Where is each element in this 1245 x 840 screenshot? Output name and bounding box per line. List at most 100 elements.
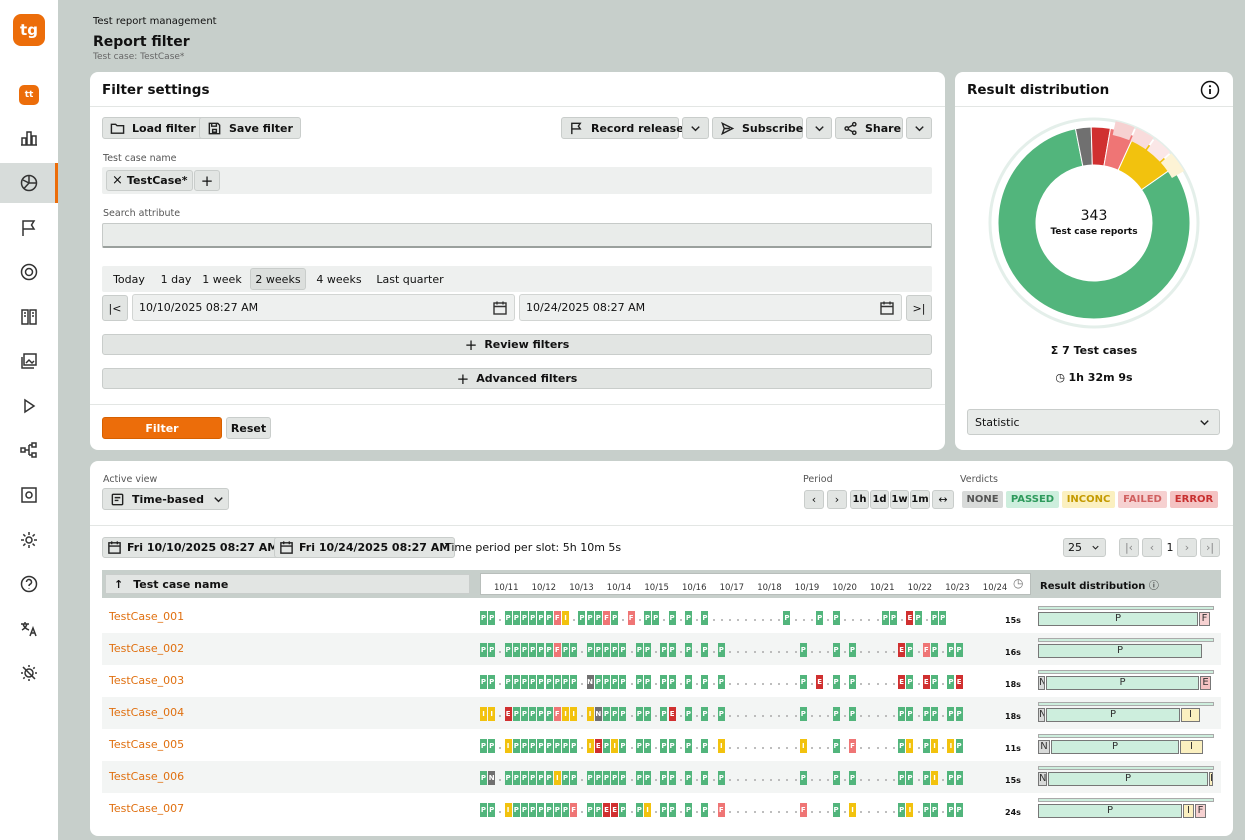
test-case-link[interactable]: TestCase_001	[109, 610, 184, 623]
period-scale-1h[interactable]: 1h	[850, 490, 869, 509]
nav-item-hierarchy[interactable]	[0, 430, 58, 470]
period-2-weeks[interactable]: 2 weeks	[250, 268, 306, 290]
result-cell[interactable]: P	[955, 707, 963, 721]
result-cell[interactable]: P	[594, 643, 602, 657]
result-cell[interactable]: P	[586, 611, 594, 625]
result-cell[interactable]: P	[562, 739, 569, 753]
result-cell[interactable]: P	[480, 675, 487, 689]
result-cell[interactable]: P	[635, 707, 643, 721]
period-next-button[interactable]: ›	[827, 490, 847, 509]
result-cell[interactable]: P	[611, 675, 619, 689]
result-cell[interactable]: E	[922, 675, 930, 689]
result-cell[interactable]: I	[799, 739, 807, 753]
result-cell[interactable]: P	[832, 675, 840, 689]
result-cell[interactable]: P	[562, 643, 569, 657]
result-cell[interactable]: F	[570, 803, 578, 817]
result-cell[interactable]: P	[799, 707, 807, 721]
result-cell[interactable]: P	[537, 803, 545, 817]
prev-page-button[interactable]: ‹	[1142, 538, 1162, 557]
load-filter-button[interactable]: Load filter	[102, 117, 204, 139]
subscribe-button[interactable]: Subscribe	[712, 117, 803, 139]
result-cell[interactable]: P	[537, 675, 545, 689]
result-cell[interactable]: I	[562, 707, 569, 721]
result-cell[interactable]: P	[521, 739, 528, 753]
result-cell[interactable]: P	[931, 643, 938, 657]
result-cell[interactable]: P	[931, 803, 938, 817]
result-cell[interactable]: I	[611, 739, 619, 753]
result-cell[interactable]: P	[668, 771, 676, 785]
result-cell[interactable]: P	[635, 643, 643, 657]
result-cell[interactable]: I	[586, 739, 594, 753]
end-date-input[interactable]: 10/24/2025 08:27 AM	[519, 294, 902, 321]
distribution-segment[interactable]: P	[1038, 804, 1182, 818]
nav-item-settings-box[interactable]	[0, 475, 58, 515]
nav-item-flag[interactable]	[0, 208, 58, 248]
statistic-select[interactable]: Statistic	[967, 409, 1220, 435]
period-scale-1m[interactable]: 1m	[910, 490, 930, 509]
result-cell[interactable]: P	[898, 803, 906, 817]
result-cell[interactable]: P	[611, 611, 619, 625]
result-cell[interactable]: P	[955, 739, 963, 753]
next-page-button[interactable]: ›	[1177, 538, 1197, 557]
nav-item-gallery[interactable]	[0, 341, 58, 381]
result-cell[interactable]: P	[832, 611, 840, 625]
result-cell[interactable]: P	[635, 675, 643, 689]
result-cell[interactable]: P	[931, 675, 938, 689]
result-cell[interactable]: P	[701, 707, 709, 721]
result-cell[interactable]: P	[537, 771, 545, 785]
result-cell[interactable]: P	[562, 675, 569, 689]
result-cell[interactable]: P	[849, 707, 856, 721]
result-cell[interactable]: P	[512, 707, 520, 721]
result-cell[interactable]: P	[488, 675, 496, 689]
result-cell[interactable]: P	[480, 771, 487, 785]
result-cell[interactable]: P	[562, 771, 569, 785]
last-page-button[interactable]: ›|	[1200, 538, 1220, 557]
result-cell[interactable]: P	[898, 707, 906, 721]
result-cell[interactable]: F	[849, 739, 856, 753]
breadcrumb[interactable]: Test report management	[93, 16, 217, 27]
current-page[interactable]: 1	[1162, 538, 1178, 557]
result-cell[interactable]: P	[488, 643, 496, 657]
share-button[interactable]: Share	[835, 117, 903, 139]
close-icon[interactable]: ×	[112, 173, 123, 188]
result-cell[interactable]: P	[521, 803, 528, 817]
result-cell[interactable]: P	[906, 643, 914, 657]
result-cell[interactable]: E	[955, 675, 963, 689]
period-scale-1w[interactable]: 1w	[890, 490, 909, 509]
result-cell[interactable]: P	[668, 643, 676, 657]
result-cell[interactable]: P	[603, 771, 610, 785]
result-cell[interactable]: P	[849, 643, 856, 657]
result-cell[interactable]: E	[594, 739, 602, 753]
result-cell[interactable]: P	[849, 771, 856, 785]
info-icon[interactable]	[1200, 80, 1220, 100]
distribution-segment[interactable]: F	[1199, 612, 1210, 626]
result-cell[interactable]: P	[529, 803, 537, 817]
result-cell[interactable]: P	[521, 643, 528, 657]
result-cell[interactable]: P	[529, 611, 537, 625]
nav-item-translate[interactable]	[0, 609, 58, 649]
result-cell[interactable]: P	[529, 707, 537, 721]
result-cell[interactable]: P	[799, 771, 807, 785]
distribution-segment[interactable]: P	[1048, 772, 1208, 786]
result-cell[interactable]: P	[545, 739, 553, 753]
test-case-link[interactable]: TestCase_002	[109, 642, 184, 655]
distribution-segment[interactable]: N	[1038, 772, 1047, 786]
result-cell[interactable]: P	[947, 803, 955, 817]
record-release-button[interactable]: Record release	[561, 117, 684, 139]
result-cell[interactable]: P	[955, 803, 963, 817]
result-cell[interactable]: P	[701, 675, 709, 689]
result-cell[interactable]: P	[832, 643, 840, 657]
result-cell[interactable]: P	[619, 643, 627, 657]
result-cell[interactable]: P	[832, 707, 840, 721]
result-cell[interactable]: E	[906, 611, 914, 625]
result-cell[interactable]: P	[603, 643, 610, 657]
period-scale-1d[interactable]: 1d	[870, 490, 889, 509]
result-cell[interactable]: P	[922, 803, 930, 817]
result-cell[interactable]: P	[504, 675, 512, 689]
result-cell[interactable]: F	[922, 643, 930, 657]
result-cell[interactable]: P	[480, 803, 487, 817]
nav-item-pie-chart[interactable]	[0, 163, 58, 203]
result-cell[interactable]: I	[931, 739, 938, 753]
result-cell[interactable]: P	[668, 675, 676, 689]
distribution-segment[interactable]: P	[1046, 708, 1180, 722]
